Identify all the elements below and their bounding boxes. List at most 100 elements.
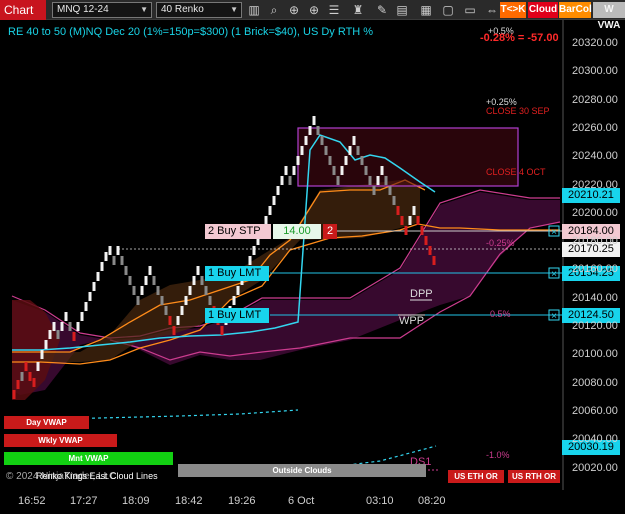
barcol-button[interactable]: BarCol	[559, 2, 592, 18]
zoom-icon[interactable]: ⊕	[286, 2, 302, 18]
y-axis-tick: 20160.00	[572, 263, 618, 276]
buy-stp-price[interactable]: 14.00	[273, 224, 321, 239]
renko-brick	[312, 116, 316, 125]
renko-brick	[12, 390, 16, 399]
renko-brick	[148, 266, 152, 275]
renko-brick	[144, 276, 148, 285]
buy-stp-order[interactable]: 2 Buy STP	[205, 224, 271, 239]
properties-icon[interactable]: ☰	[326, 2, 342, 18]
renko-brick	[120, 256, 124, 265]
zoom-in-icon[interactable]: ⊕	[306, 2, 322, 18]
chart-toolbar: Chart MNQ 12-24 ▼ 40 Renko ▼ ▥ ⌕ ⊕ ⊕ ☰ ♜…	[0, 0, 625, 31]
renko-brick	[164, 306, 168, 315]
cloud-button[interactable]: Cloud	[528, 2, 558, 18]
magnify-icon[interactable]: ⌕	[266, 2, 282, 18]
level-label-wpp: WPP	[399, 315, 425, 327]
renko-brick	[88, 292, 92, 301]
tk-button[interactable]: T<>K	[500, 2, 526, 18]
renko-brick	[420, 226, 424, 235]
renko-brick	[108, 246, 112, 255]
level-label-p05: 0.5%	[490, 309, 511, 319]
renko-brick	[272, 196, 276, 205]
x-axis-tick: 03:10	[366, 495, 394, 507]
renko-brick	[396, 206, 400, 215]
left-right-icon[interactable]: ⇔	[484, 2, 500, 18]
renko-brick	[124, 266, 128, 275]
renko-brick	[232, 296, 236, 305]
x-axis-tick: 18:42	[175, 495, 203, 507]
renko-brick	[392, 196, 396, 205]
renko-brick	[356, 146, 360, 155]
grid-icon[interactable]: ▦	[418, 2, 434, 18]
renko-brick	[296, 156, 300, 165]
renko-brick	[188, 286, 192, 295]
bars-icon[interactable]: ▥	[246, 2, 262, 18]
instrument-selector[interactable]: MNQ 12-24 ▼	[52, 2, 152, 18]
renko-brick	[48, 330, 52, 339]
y-axis-tick: 20080.00	[572, 376, 618, 389]
renko-brick	[428, 246, 432, 255]
renko-brick	[172, 326, 176, 335]
strategy-icon[interactable]: ♜	[350, 2, 366, 18]
renko-brick	[304, 136, 308, 145]
renko-brick	[248, 256, 252, 265]
renko-brick	[308, 126, 312, 135]
renko-brick	[360, 156, 364, 165]
chart-panel[interactable]: × × × RE 40 to 50 (M)NQ Dec 20 (1%=150p=…	[0, 20, 625, 514]
renko-brick	[380, 166, 384, 175]
renko-brick	[96, 272, 100, 281]
y-axis-tick: 20260.00	[572, 121, 618, 134]
reload-icon[interactable]: ▢	[440, 2, 456, 18]
day-vwap-label: Day VWAP	[4, 416, 89, 429]
renko-brick	[60, 322, 64, 331]
y-axis-tick: 20180.00	[572, 235, 618, 248]
mnt-vwap-label: Mnt VWAP	[4, 452, 173, 465]
renko-brick	[388, 186, 392, 195]
level-label-m025: -0.25%	[486, 238, 515, 248]
x-axis-tick: 08:20	[418, 495, 446, 507]
renko-brick	[76, 322, 80, 331]
renko-brick	[204, 286, 208, 295]
buy-stp-qty[interactable]: 2	[323, 224, 337, 239]
renko-brick	[332, 166, 336, 175]
x-axis-tick: 19:26	[228, 495, 256, 507]
renko-brick	[160, 296, 164, 305]
renko-brick	[276, 186, 280, 195]
renko-brick	[20, 372, 24, 381]
buy-lmt-order-2[interactable]: 1 Buy LMT	[205, 308, 269, 323]
renko-brick	[376, 176, 380, 185]
renko-brick	[128, 276, 132, 285]
renko-brick	[404, 226, 408, 235]
wkly-vwap-label: Wkly VWAP	[4, 434, 117, 447]
renko-brick	[152, 276, 156, 285]
renko-brick	[384, 176, 388, 185]
level-label-m10: -1.0%	[486, 450, 510, 460]
renko-brick	[84, 302, 88, 311]
bar-type-selector[interactable]: 40 Renko ▼	[156, 2, 242, 18]
bar-chart-icon[interactable]: ▤	[394, 2, 410, 18]
renko-brick	[112, 256, 116, 265]
renko-brick	[412, 206, 416, 215]
chart-tab[interactable]: Chart	[0, 0, 46, 20]
renko-brick	[372, 186, 376, 195]
chevron-down-icon: ▼	[140, 5, 148, 14]
level-label-close30: CLOSE 30 SEP	[486, 106, 550, 116]
y-axis-tick: 20020.00	[572, 461, 618, 474]
wvwa-button[interactable]: W VWA	[593, 2, 625, 31]
drawing-icon[interactable]: ✎	[374, 2, 390, 18]
renko-brick	[324, 146, 328, 155]
renko-brick	[300, 146, 304, 155]
buy-lmt-order-1[interactable]: 1 Buy LMT	[205, 266, 269, 281]
overlay-indicator-label: Renko Kings East Cloud Lines	[36, 471, 158, 481]
renko-brick	[32, 378, 36, 387]
renko-brick	[196, 266, 200, 275]
renko-brick	[292, 166, 296, 175]
renko-brick	[104, 252, 108, 261]
outside-clouds-label: Outside Clouds	[178, 464, 426, 477]
renko-brick	[184, 296, 188, 305]
change-label: -0.28% = -57.00	[480, 32, 559, 44]
window-icon[interactable]: ▭	[462, 2, 478, 18]
y-axis-tick: 20280.00	[572, 93, 618, 106]
renko-brick	[44, 340, 48, 349]
renko-brick	[56, 330, 60, 339]
